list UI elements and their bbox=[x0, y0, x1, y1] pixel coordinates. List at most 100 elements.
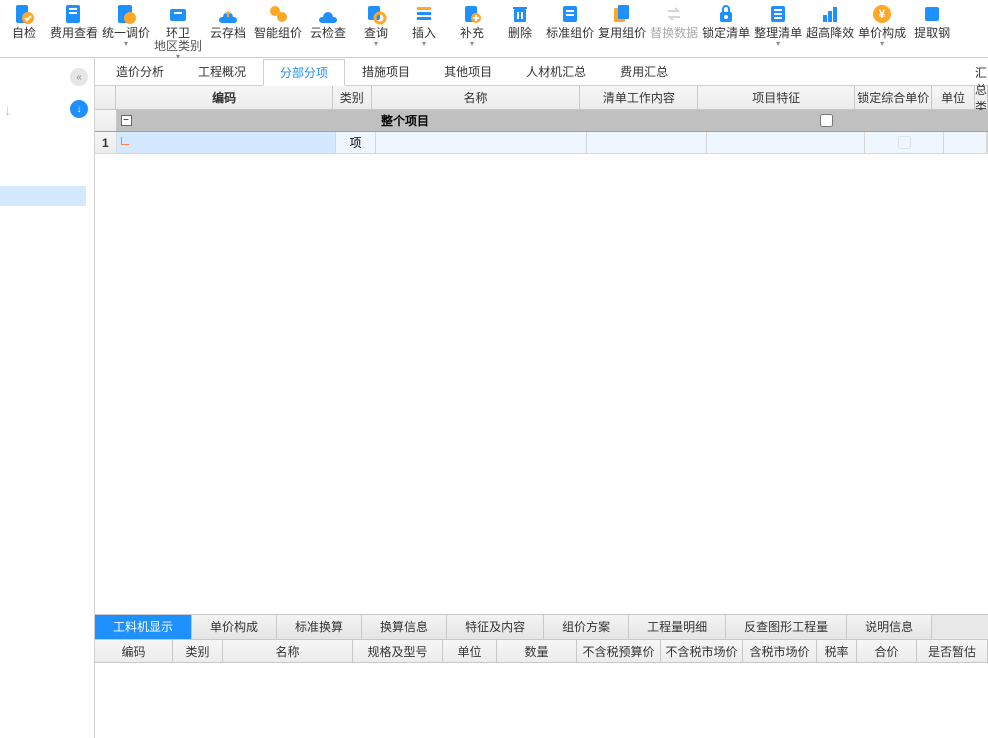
col-category[interactable]: 类别 bbox=[333, 86, 372, 109]
tb-lock-list[interactable]: 锁定清单 bbox=[700, 2, 752, 40]
table-row[interactable]: 1 项 bbox=[95, 132, 988, 154]
grid-group-row[interactable]: − 整个项目 bbox=[95, 110, 988, 132]
chevron-down-icon: ▾ bbox=[422, 40, 426, 48]
trash-icon bbox=[506, 2, 534, 26]
group-lock-checkbox[interactable] bbox=[820, 114, 833, 127]
tb-smart-price[interactable]: 智能组价 bbox=[252, 2, 304, 40]
tb-unit-price[interactable]: ¥ 单价构成 ▾ bbox=[856, 2, 908, 48]
chevron-down-icon: ▾ bbox=[470, 40, 474, 48]
collapse-icon[interactable]: − bbox=[121, 115, 132, 126]
tab-other[interactable]: 其他项目 bbox=[427, 58, 509, 85]
price-tag-icon bbox=[112, 2, 140, 26]
tab-project-overview[interactable]: 工程概况 bbox=[181, 58, 263, 85]
tb-extract[interactable]: 提取钢 bbox=[908, 2, 956, 40]
btab-glj[interactable]: 工料机显示 bbox=[95, 615, 192, 640]
doc-icon bbox=[556, 2, 584, 26]
col-lock-price[interactable]: 锁定综合单价 bbox=[855, 86, 932, 109]
cloud-check-icon bbox=[314, 2, 342, 26]
cell-name[interactable] bbox=[376, 132, 588, 153]
cell-lock-price[interactable] bbox=[865, 132, 943, 153]
detail-grid-body bbox=[95, 663, 988, 738]
col-code[interactable]: 编码 bbox=[116, 86, 333, 109]
group-row-name: 整个项目 bbox=[381, 110, 597, 131]
cloud-up-icon bbox=[214, 2, 242, 26]
tab-subitems[interactable]: 分部分项 bbox=[263, 59, 345, 86]
btab-unit-price[interactable]: 单价构成 bbox=[192, 615, 277, 640]
grid-corner bbox=[95, 86, 116, 109]
btab-reverse-query[interactable]: 反查图形工程量 bbox=[726, 615, 847, 640]
tb-replace-data: 替换数据 bbox=[648, 2, 700, 40]
cell-unit[interactable] bbox=[944, 132, 987, 153]
search-icon bbox=[362, 2, 390, 26]
sidebar-active-item[interactable] bbox=[0, 186, 86, 206]
chevron-down-icon: ▾ bbox=[880, 40, 884, 48]
tb-unified-price[interactable]: 统一调价 ▾ bbox=[100, 2, 152, 48]
btab-qty-detail[interactable]: 工程量明细 bbox=[629, 615, 726, 640]
list-insert-icon bbox=[410, 2, 438, 26]
sidebar-download-icon[interactable]: ↓ bbox=[70, 100, 88, 118]
tb-super-high[interactable]: 超高降效 bbox=[804, 2, 856, 40]
cell-features[interactable] bbox=[707, 132, 866, 153]
tb-supplement[interactable]: 补充 ▾ bbox=[448, 2, 496, 48]
sidebar-collapse-icon[interactable]: « bbox=[70, 68, 88, 86]
cell-category[interactable]: 项 bbox=[336, 132, 375, 153]
tb-fee-view[interactable]: 费用查看 bbox=[48, 2, 100, 40]
col-features[interactable]: 项目特征 bbox=[698, 86, 855, 109]
list-icon bbox=[764, 2, 792, 26]
cell-code[interactable] bbox=[117, 132, 337, 153]
tb-organize-list[interactable]: 整理清单 ▾ bbox=[752, 2, 804, 48]
bcol-market-price-notax[interactable]: 不含税市场价 bbox=[661, 640, 743, 662]
row-marker-icon bbox=[121, 137, 129, 145]
tb-delete[interactable]: 删除 bbox=[496, 2, 544, 40]
bcol-provisional[interactable]: 是否暂估 bbox=[917, 640, 988, 662]
tb-query[interactable]: 查询 ▾ bbox=[352, 2, 400, 48]
tb-self-check[interactable]: 自检 bbox=[0, 2, 48, 40]
chevron-down-icon: ▾ bbox=[374, 40, 378, 48]
doc-search-icon bbox=[60, 2, 88, 26]
tb-sanitation[interactable]: 环卫 地区类别 ▾ bbox=[152, 2, 204, 61]
grid-body-empty bbox=[95, 154, 988, 614]
bars-icon bbox=[816, 2, 844, 26]
tb-reuse-price[interactable]: 复用组价 bbox=[596, 2, 648, 40]
bcol-tax-rate[interactable]: 税率 bbox=[817, 640, 857, 662]
box-icon bbox=[164, 2, 192, 26]
bcol-name[interactable]: 名称 bbox=[223, 640, 353, 662]
detail-tabs: 工料机显示 单价构成 标准换算 换算信息 特征及内容 组价方案 工程量明细 反查… bbox=[95, 614, 988, 639]
btab-feature-content[interactable]: 特征及内容 bbox=[447, 615, 544, 640]
bcol-spec[interactable]: 规格及型号 bbox=[353, 640, 443, 662]
row-lock-checkbox[interactable] bbox=[898, 136, 911, 149]
tab-rcj-summary[interactable]: 人材机汇总 bbox=[509, 58, 603, 85]
tb-insert[interactable]: 插入 ▾ bbox=[400, 2, 448, 48]
tab-measures[interactable]: 措施项目 bbox=[345, 58, 427, 85]
chevron-down-icon: ▾ bbox=[124, 40, 128, 48]
col-name[interactable]: 名称 bbox=[372, 86, 581, 109]
gear-users-icon bbox=[264, 2, 292, 26]
grid-header: 编码 类别 名称 清单工作内容 项目特征 锁定综合单价 单位 汇总类别 bbox=[95, 86, 988, 110]
tb-standard-price[interactable]: 标准组价 bbox=[544, 2, 596, 40]
doc-copy-icon bbox=[608, 2, 636, 26]
tb-cloud-save[interactable]: 云存档 bbox=[204, 2, 252, 40]
bcol-category[interactable]: 类别 bbox=[173, 640, 223, 662]
check-shield-icon bbox=[10, 2, 38, 26]
btab-convert-info[interactable]: 换算信息 bbox=[362, 615, 447, 640]
bcol-unit[interactable]: 单位 bbox=[443, 640, 497, 662]
bcol-qty[interactable]: 数量 bbox=[497, 640, 577, 662]
col-list-content[interactable]: 清单工作内容 bbox=[580, 86, 698, 109]
lock-icon bbox=[712, 2, 740, 26]
btab-desc-info[interactable]: 说明信息 bbox=[847, 615, 932, 640]
col-summary-cat[interactable]: 汇总类别 bbox=[975, 86, 988, 109]
main-toolbar: 自检 费用查看 统一调价 ▾ 环卫 地区类别 ▾ 云存档 智能组价 云检查 查询… bbox=[0, 0, 988, 58]
tb-cloud-check[interactable]: 云检查 bbox=[304, 2, 352, 40]
tab-fee-summary[interactable]: 费用汇总 bbox=[603, 58, 685, 85]
bcol-total[interactable]: 合价 bbox=[857, 640, 917, 662]
cell-list-content[interactable] bbox=[587, 132, 707, 153]
bcol-budget-price[interactable]: 不含税预算价 bbox=[577, 640, 661, 662]
tab-cost-analysis[interactable]: 造价分析 bbox=[99, 58, 181, 85]
swap-icon bbox=[660, 2, 688, 26]
col-unit[interactable]: 单位 bbox=[932, 86, 975, 109]
detail-grid-header: 编码 类别 名称 规格及型号 单位 数量 不含税预算价 不含税市场价 含税市场价… bbox=[95, 639, 988, 663]
btab-std-convert[interactable]: 标准换算 bbox=[277, 615, 362, 640]
bcol-code[interactable]: 编码 bbox=[95, 640, 173, 662]
bcol-market-price-tax[interactable]: 含税市场价 bbox=[743, 640, 817, 662]
btab-price-plan[interactable]: 组价方案 bbox=[544, 615, 629, 640]
